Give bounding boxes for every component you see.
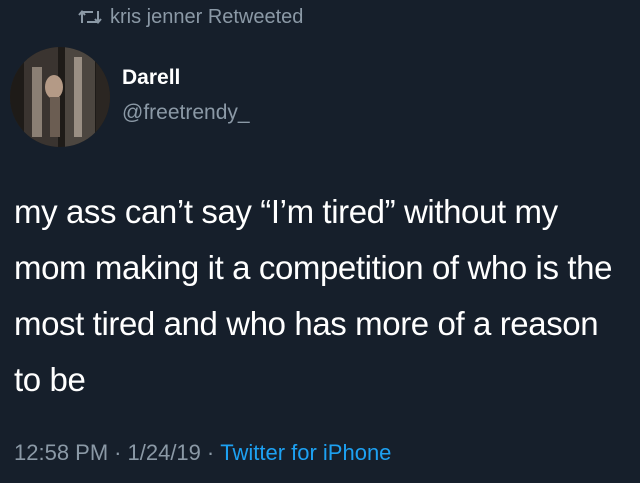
retweet-label: kris jenner Retweeted <box>110 5 304 28</box>
tweet-meta: 12:58 PM · 1/24/19 · Twitter for iPhone <box>14 440 391 466</box>
retweet-context: kris jenner Retweeted <box>78 4 303 30</box>
retweet-icon <box>78 7 102 27</box>
tweet-source-link[interactable]: Twitter for iPhone <box>220 440 391 465</box>
meta-separator: · <box>114 440 122 465</box>
avatar[interactable] <box>10 47 110 147</box>
tweet-time: 12:58 PM <box>14 440 109 465</box>
author-handle[interactable]: @freetrendy_ <box>122 101 250 125</box>
meta-separator: · <box>206 440 215 465</box>
tweet-date: 1/24/19 <box>127 440 201 465</box>
author-name[interactable]: Darell <box>122 66 180 90</box>
tweet-text: my ass can’t say “I’m tired” without my … <box>14 193 613 398</box>
